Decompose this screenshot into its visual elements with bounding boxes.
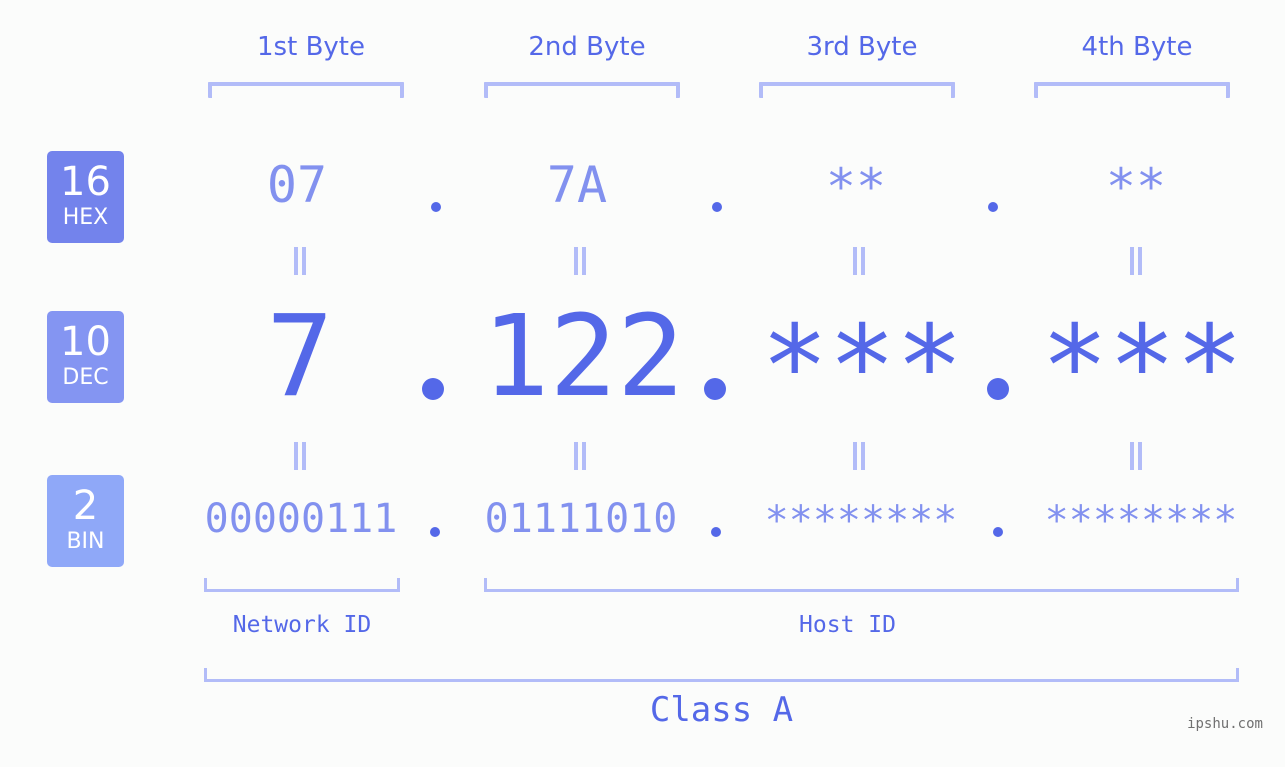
bin-badge-number: 2: [72, 483, 99, 529]
byte-header-3: 3rd Byte: [806, 32, 918, 62]
hex-byte-1: 07: [266, 156, 328, 214]
dec-separator-dot: [987, 378, 1009, 400]
bin-separator-dot: [993, 527, 1003, 537]
host-id-label: Host ID: [799, 612, 896, 638]
dec-separator-dot: [422, 378, 444, 400]
dec-byte-1: 7: [266, 292, 334, 422]
hex-separator-dot: [712, 202, 722, 212]
hex-separator-dot: [431, 202, 441, 212]
byte-bracket-4: [1034, 82, 1230, 98]
equals-icon: [572, 247, 588, 275]
hex-byte-2: 7A: [546, 156, 608, 214]
hex-badge: 16 HEX: [47, 151, 124, 243]
dec-separator-dot: [704, 378, 726, 400]
equals-icon: [1128, 442, 1144, 470]
hex-separator-dot: [988, 202, 998, 212]
host-id-bracket: [484, 578, 1239, 592]
dec-badge-label: DEC: [62, 365, 109, 390]
byte-header-2: 2nd Byte: [528, 32, 646, 62]
equals-icon: [851, 247, 867, 275]
bin-byte-3: ********: [764, 498, 958, 544]
bin-separator-dot: [711, 527, 721, 537]
ip-class-label: Class A: [649, 690, 794, 730]
bin-byte-1: 00000111: [204, 496, 398, 542]
bin-badge: 2 BIN: [47, 475, 124, 567]
dec-byte-4: ***: [1041, 302, 1244, 432]
byte-header-1: 1st Byte: [257, 32, 365, 62]
bin-byte-4: ********: [1044, 498, 1238, 544]
byte-bracket-3: [759, 82, 955, 98]
equals-icon: [572, 442, 588, 470]
byte-bracket-2: [484, 82, 680, 98]
dec-byte-2: 122: [482, 292, 685, 422]
equals-icon: [1128, 247, 1144, 275]
hex-badge-number: 16: [60, 159, 111, 205]
dec-byte-3: ***: [761, 302, 964, 432]
hex-badge-label: HEX: [62, 205, 109, 230]
equals-icon: [292, 247, 308, 275]
network-id-label: Network ID: [232, 612, 372, 638]
class-bracket: [204, 668, 1239, 682]
dec-badge: 10 DEC: [47, 311, 124, 403]
bin-byte-2: 01111010: [484, 496, 678, 542]
bin-badge-label: BIN: [66, 529, 105, 554]
equals-icon: [292, 442, 308, 470]
dec-badge-number: 10: [60, 319, 111, 365]
byte-bracket-1: [208, 82, 404, 98]
hex-byte-4: **: [1105, 158, 1167, 216]
equals-icon: [851, 442, 867, 470]
hex-byte-3: **: [825, 158, 887, 216]
byte-header-4: 4th Byte: [1081, 32, 1193, 62]
bin-separator-dot: [430, 527, 440, 537]
network-id-bracket: [204, 578, 400, 592]
watermark: ipshu.com: [1187, 716, 1263, 732]
